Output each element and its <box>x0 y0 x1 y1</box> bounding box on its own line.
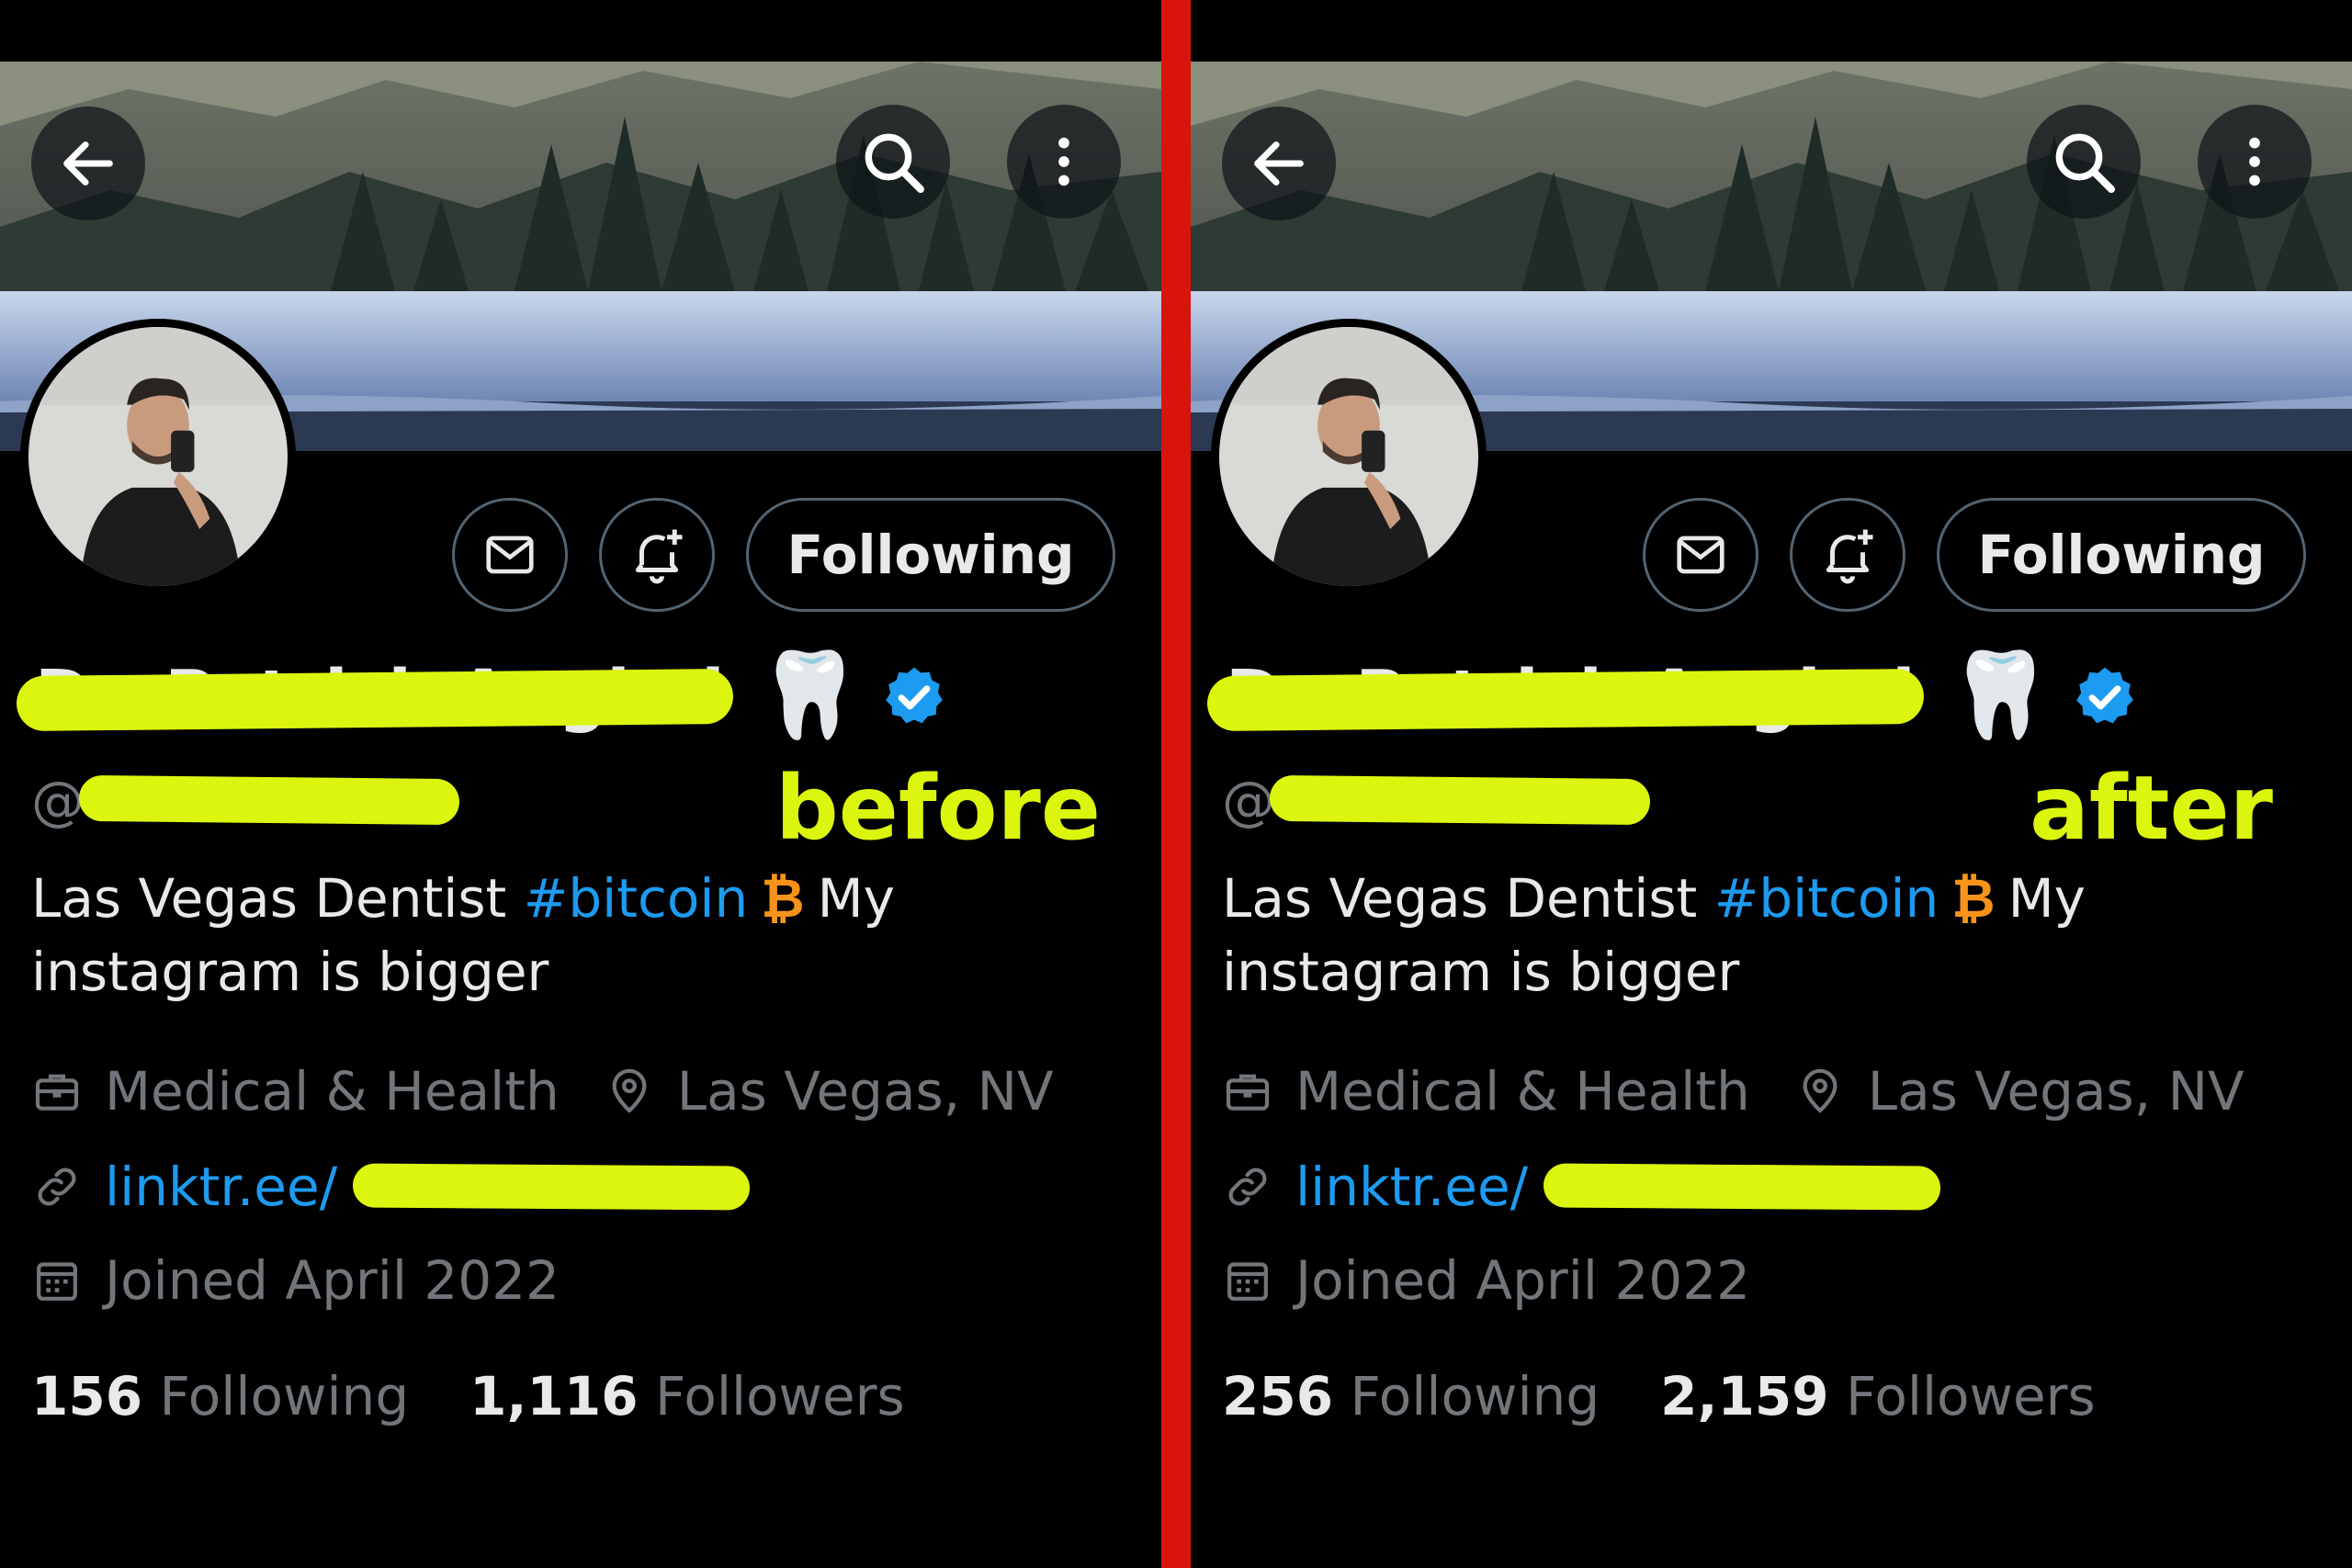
profile-link-row: linktr.ee/ <box>31 1150 751 1224</box>
profile-avatar[interactable] <box>1211 319 1487 594</box>
profile-location: Las Vegas, NV <box>676 1060 1054 1122</box>
following-stat-label: Following <box>1350 1365 1600 1427</box>
following-button[interactable]: Following <box>746 498 1115 612</box>
bell-plus-icon <box>1826 529 1873 584</box>
followers-count: 2,159 <box>1660 1365 1829 1427</box>
more-vertical-icon <box>2249 137 2260 186</box>
handle-row: @ <box>31 764 582 838</box>
calendar-icon <box>1222 1255 1273 1306</box>
annotation-label: after <box>2030 757 2273 860</box>
bio-text-start: Las Vegas Dentist <box>31 867 524 930</box>
annotation-label: before <box>775 757 1101 860</box>
bitcoin-symbol: ₿ <box>1951 867 1996 930</box>
following-button-label: Following <box>1977 524 2266 586</box>
envelope-icon <box>1677 536 1724 574</box>
more-options-button[interactable] <box>1007 105 1121 219</box>
profile-joined-row: Joined April 2022 <box>1222 1244 1750 1317</box>
display-name-row: Dr. Patrick Anghel 🦷 <box>16 645 1119 746</box>
follow-stats: 256 Following 2,159 Followers <box>1222 1359 2096 1433</box>
link-redaction-mark <box>1543 1163 1941 1211</box>
following-stat-link[interactable]: 156 Following <box>31 1365 409 1427</box>
avatar-photo <box>1219 327 1478 586</box>
bio-hashtag-link[interactable]: #bitcoin <box>524 867 749 930</box>
handle-prefix: @ <box>1222 770 1275 832</box>
search-button[interactable] <box>2027 105 2141 219</box>
profile-location: Las Vegas, NV <box>1867 1060 2245 1122</box>
followers-stat-label: Followers <box>655 1365 905 1427</box>
profile-website-link[interactable]: linktr.ee/ <box>105 1150 337 1224</box>
link-icon <box>31 1161 83 1213</box>
follow-stats: 156 Following 1,116 Followers <box>31 1359 905 1433</box>
avatar-photo <box>28 327 288 586</box>
location-pin-icon <box>1794 1066 1846 1117</box>
profile-joined-date: Joined April 2022 <box>1295 1249 1751 1312</box>
profile-category: Medical & Health <box>1295 1060 1750 1122</box>
message-button[interactable] <box>1643 498 1758 612</box>
profile-website-link[interactable]: linktr.ee/ <box>1295 1150 1528 1224</box>
search-button[interactable] <box>836 105 950 219</box>
more-options-button[interactable] <box>2198 105 2312 219</box>
search-icon <box>2055 133 2115 193</box>
arrow-left-icon <box>1254 141 1304 186</box>
following-button[interactable]: Following <box>1937 498 2306 612</box>
briefcase-icon <box>31 1066 83 1117</box>
name-redaction-mark <box>1206 668 1925 732</box>
notifications-button[interactable] <box>599 498 715 612</box>
followers-count: 1,116 <box>469 1365 639 1427</box>
verified-badge-icon <box>886 667 943 724</box>
search-icon <box>865 133 924 193</box>
followers-stat-link[interactable]: 1,116 Followers <box>469 1365 905 1427</box>
arrow-left-icon <box>63 141 113 186</box>
notifications-button[interactable] <box>1790 498 1905 612</box>
bio-text-start: Las Vegas Dentist <box>1222 867 1714 930</box>
avatar-selfie-image <box>28 327 288 586</box>
handle-prefix: @ <box>31 770 85 832</box>
back-button[interactable] <box>1222 107 1336 220</box>
profile-bio: Las Vegas Dentist #bitcoin ₿ My instagram … <box>31 862 1088 1009</box>
panel-divider <box>1161 0 1191 1568</box>
tooth-emoji: 🦷 <box>757 646 863 744</box>
name-redaction-mark <box>16 668 734 732</box>
following-count: 256 <box>1222 1365 1334 1427</box>
back-button[interactable] <box>31 107 145 220</box>
verified-badge-icon <box>2076 667 2133 724</box>
message-button[interactable] <box>452 498 568 612</box>
calendar-icon <box>31 1255 83 1306</box>
handle-row: @ <box>1222 764 1773 838</box>
handle-redaction-mark <box>1269 774 1651 826</box>
briefcase-icon <box>1222 1066 1273 1117</box>
followers-stat-label: Followers <box>1846 1365 2096 1427</box>
following-count: 156 <box>31 1365 143 1427</box>
bio-hashtag-link[interactable]: #bitcoin <box>1714 867 1939 930</box>
profile-category: Medical & Health <box>105 1060 560 1122</box>
bitcoin-symbol: ₿ <box>761 867 805 930</box>
following-button-label: Following <box>786 524 1075 586</box>
profile-joined-date: Joined April 2022 <box>105 1249 560 1312</box>
profile-link-row: linktr.ee/ <box>1222 1150 1941 1224</box>
profile-joined-row: Joined April 2022 <box>31 1244 560 1317</box>
handle-redaction-mark <box>78 774 460 826</box>
display-name-row: Dr. Patrick Anghel 🦷 <box>1206 645 2310 746</box>
profile-meta-row: Medical & Health Las Vegas, NV <box>1222 1055 2245 1128</box>
following-stat-link[interactable]: 256 Following <box>1222 1365 1600 1427</box>
location-pin-icon <box>604 1066 655 1117</box>
followers-stat-link[interactable]: 2,159 Followers <box>1660 1365 2096 1427</box>
profile-meta-row: Medical & Health Las Vegas, NV <box>31 1055 1054 1128</box>
following-stat-label: Following <box>159 1365 410 1427</box>
tooth-emoji: 🦷 <box>1948 646 2053 744</box>
bell-plus-icon <box>635 529 683 584</box>
profile-avatar[interactable] <box>20 319 296 594</box>
profile-bio: Las Vegas Dentist #bitcoin ₿ My instagram … <box>1222 862 2278 1009</box>
profile-panel-before: Following Dr. Patrick Anghel 🦷 @ before … <box>0 0 1161 1568</box>
link-redaction-mark <box>352 1163 751 1211</box>
more-vertical-icon <box>1058 137 1069 186</box>
envelope-icon <box>486 536 534 574</box>
link-icon <box>1222 1161 1273 1213</box>
avatar-selfie-image <box>1219 327 1478 586</box>
profile-panel-after: Following Dr. Patrick Anghel 🦷 @ after L… <box>1191 0 2352 1568</box>
